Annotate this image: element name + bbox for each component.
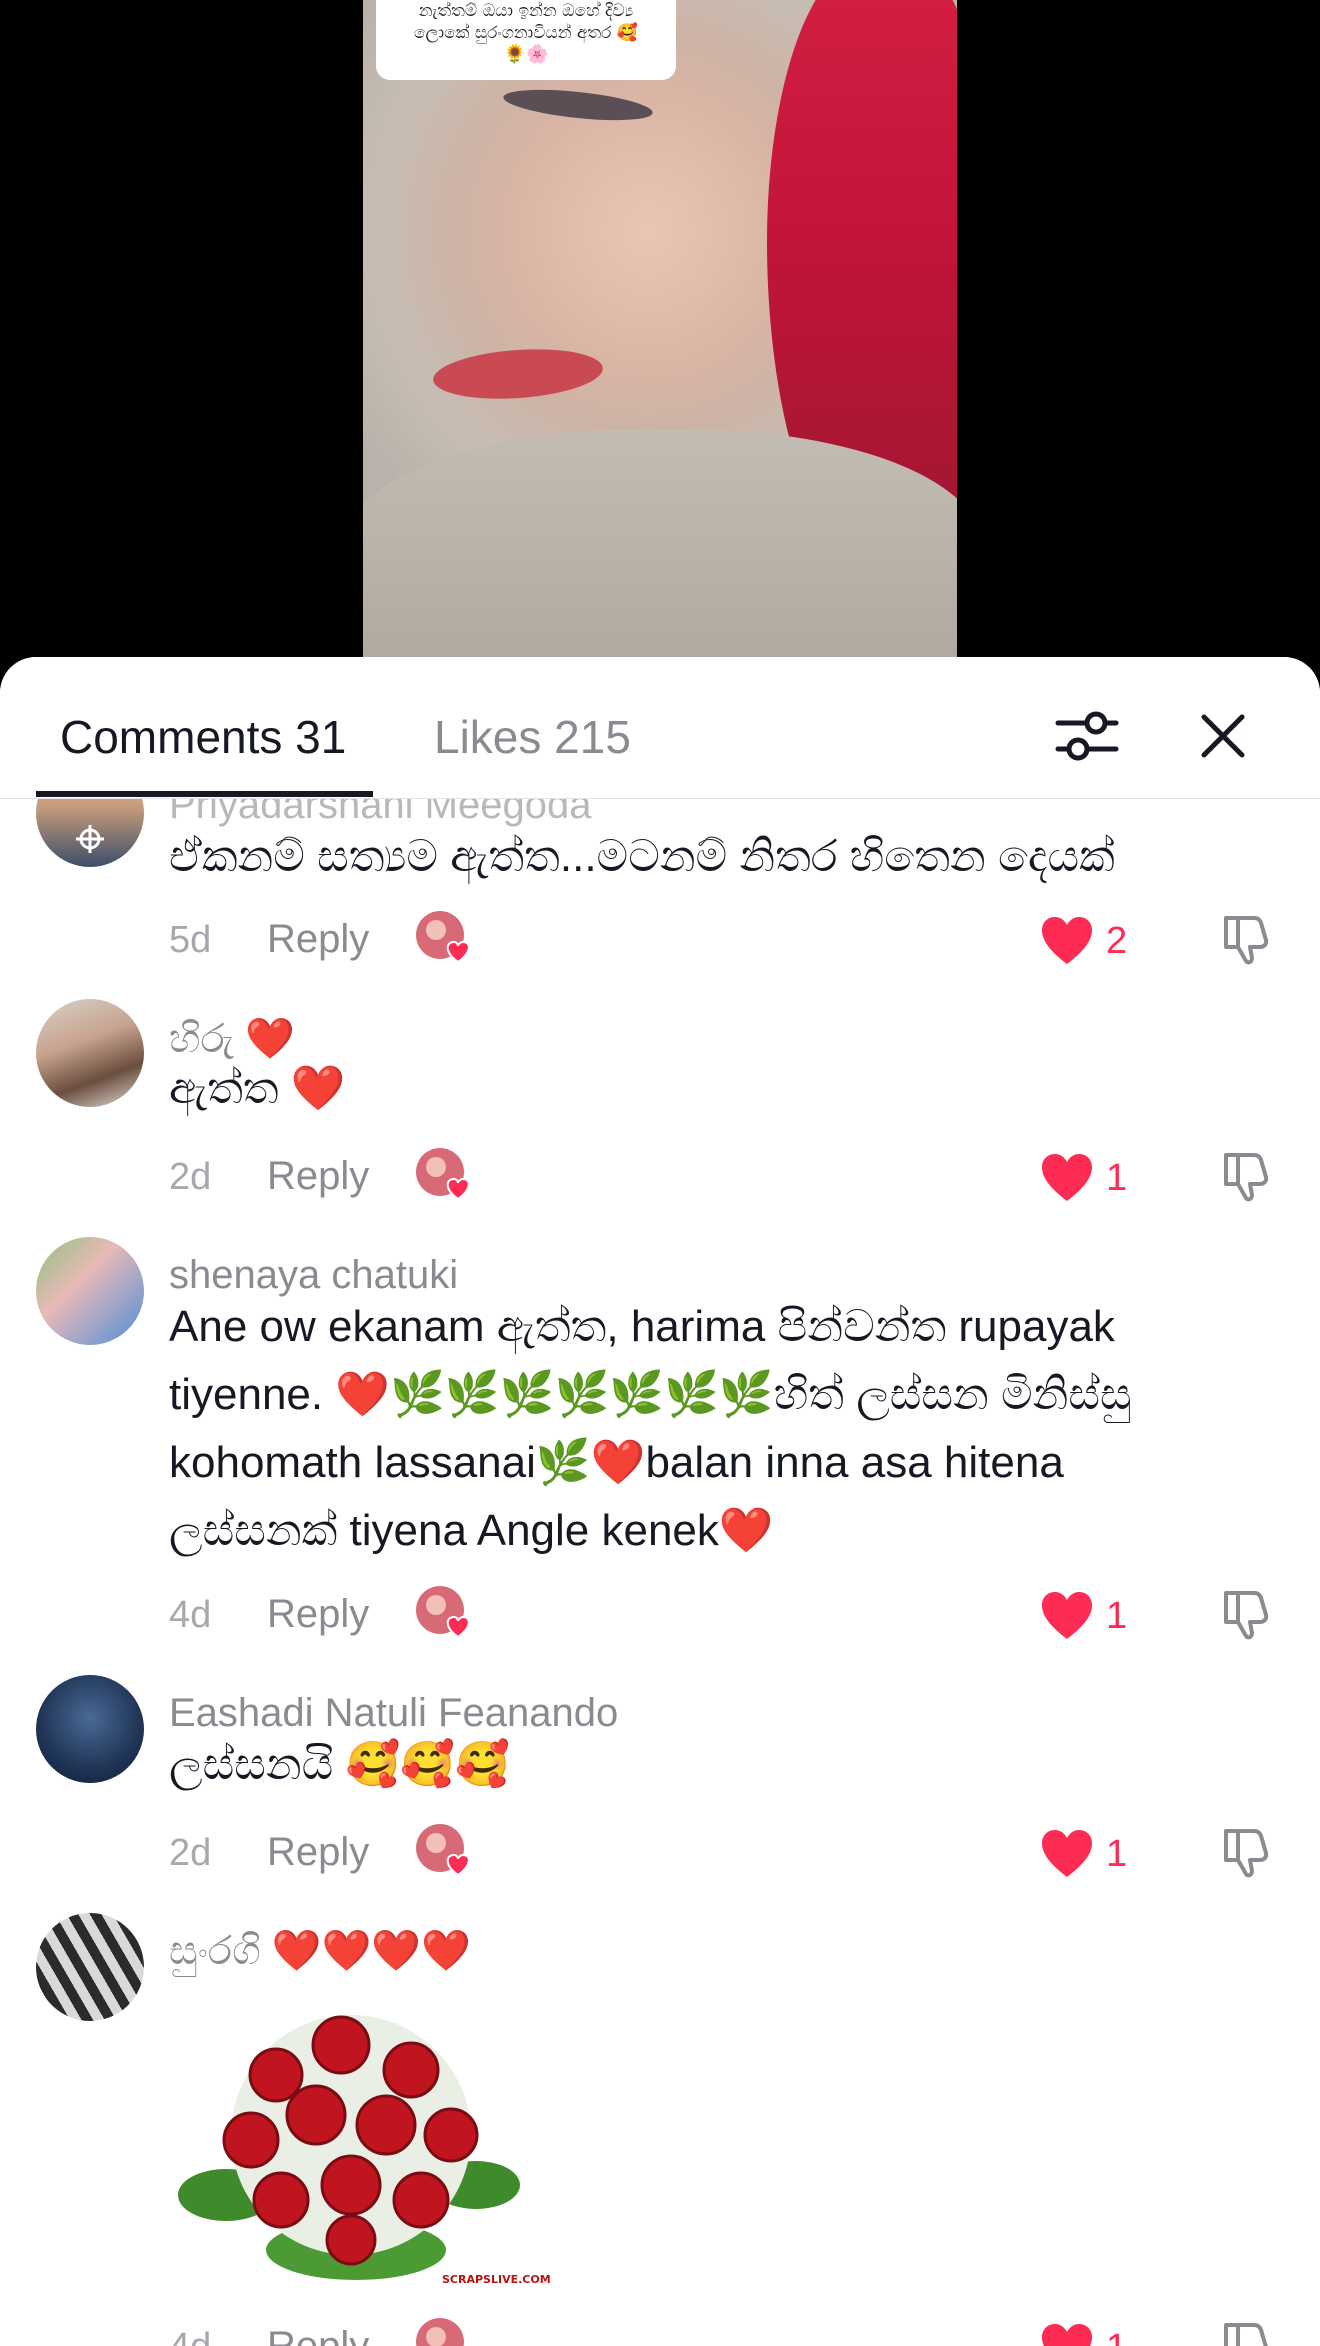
rose-bouquet-icon [178,2015,520,2280]
comment-emoji: ❤️ [290,1064,346,1113]
avatar[interactable] [36,799,144,867]
comment-time: 4d [169,2325,211,2346]
like-button[interactable]: 1 [1040,2323,1160,2346]
dislike-button[interactable] [1220,912,1274,966]
reply-button[interactable]: Reply [267,1829,369,1875]
like-button[interactable]: 1 [1040,1591,1160,1641]
video-caption-line: ලොකේ සුරංගනාවියන් අතර 🥰 [413,23,639,43]
like-count: 1 [1106,1833,1128,1875]
comment-username[interactable]: Eashadi Natuli Feanando [169,1689,618,1737]
comment-text-line: Ane ow ekanam ඇත්ත, harima පින්වන්ත rupa… [169,1302,1115,1351]
video-frame[interactable] [363,0,957,660]
like-count: 2 [1106,920,1128,962]
comment-text: ඇත්ත ❤️ [169,1055,346,1123]
tab-comments[interactable]: Comments 31 [60,709,346,765]
video-caption-line: නැත්තම් ඔයා ඉන්න ඔහේ දිව්‍ය [418,1,634,21]
comment-time: 4d [169,1594,212,1636]
heart-icon [1042,1830,1092,1877]
comment-actions: 2d Reply 1 [0,1147,1320,1207]
like-count: 1 [1106,1595,1128,1637]
comment-list[interactable]: Priyadarshani Meegoda ඒකනම් සත්‍යම ඇත්ත.… [0,799,1320,2346]
heart-icon [1042,917,1092,964]
comments-sheet: Comments 31 Likes 215 Priyadarshani Meeg… [0,657,1320,2346]
dislike-button[interactable] [1220,1825,1274,1879]
video-caption: නැත්තම් ඔයා ඉන්න ඔහේ දිව්‍ය ලොකේ සුරංගනා… [376,0,676,80]
filter-button[interactable] [1052,701,1122,771]
comment-actions: 2d Reply 1 [0,1823,1320,1883]
heart-badge-icon [446,1615,470,1639]
comment-text-body: ලස්සනයි [169,1740,334,1789]
comment-actions: 4d Reply 1 [0,2317,1320,2346]
avatar[interactable] [36,1913,144,2021]
video-shirt [363,430,957,660]
heart-icon [1042,1592,1092,1639]
like-count: 1 [1106,2325,1127,2346]
creator-liked-avatar [416,1585,472,1639]
comment-time: 5d [169,919,212,961]
heart-icon [1042,2324,1092,2346]
reply-button[interactable]: Reply [267,1591,369,1637]
tab-likes[interactable]: Likes 215 [434,709,631,765]
creator-liked-avatar [416,1147,472,1201]
creator-liked-avatar [416,1823,472,1877]
rose-bouquet-sticker[interactable]: SCRAPSLIVE.COM [166,1985,551,2295]
comment-time: 2d [169,1156,212,1198]
comment-text-body: ඇත්ත [169,1064,279,1113]
comment-text-line: kohomath lassanai🌿❤️balan inna asa hiten… [169,1438,1064,1487]
tab-active-indicator [36,791,373,797]
reply-button[interactable]: Reply [267,916,369,962]
video-player[interactable]: නැත්තම් ඔයා ඉන්න ඔහේ දිව්‍ය ලොකේ සුරංගනා… [0,0,1320,660]
avatar[interactable] [36,1237,144,1345]
comment-actions: 4d Reply 1 [0,1585,1320,1645]
thumbs-down-icon [1224,2323,1268,2346]
comment-emoji: 🥰🥰🥰 [345,1740,510,1789]
heart-badge-icon [446,1853,470,1877]
thumbs-down-icon [1224,1829,1269,1878]
heart-badge-icon [446,1177,470,1201]
avatar[interactable] [36,999,144,1107]
like-button[interactable]: 1 [1040,1153,1160,1203]
close-icon [1201,714,1245,758]
comment-text-line: ලස්සනක් tiyena Angle kenek❤️ [169,1506,774,1555]
username-emoji: ❤️❤️❤️❤️ [271,1929,472,1973]
like-count: 1 [1106,1157,1128,1199]
sliders-icon [1055,711,1119,761]
like-button[interactable]: 1 [1040,1829,1160,1879]
comment-text-line: tiyenne. ❤️🌿🌿🌿🌿🌿🌿🌿හිත් ලස්සන මිනිස්සු [169,1370,1132,1419]
ship-wheel-icon [76,825,104,853]
comment-username[interactable]: shenaya chatuki [169,1251,458,1299]
comment-username[interactable]: සුංරගි ❤️❤️❤️❤️ [169,1927,471,1975]
video-lips [431,344,605,404]
sticker-watermark: SCRAPSLIVE.COM [442,2273,551,2286]
dislike-button[interactable] [1220,2319,1274,2346]
comment-time: 2d [169,1832,212,1874]
close-button[interactable] [1188,701,1258,771]
reply-button[interactable]: Reply [267,1153,369,1199]
comment-username-text: සුංරගි [169,1929,261,1973]
heart-badge-icon [446,940,470,964]
comment-text: ඒකනම් සත්‍යම ඇත්ත...මටනම් නිතර හිතෙන දෙය… [169,832,1115,881]
dislike-button[interactable] [1220,1587,1274,1641]
sheet-header: Comments 31 Likes 215 [0,657,1320,799]
thumbs-down-icon [1224,1591,1269,1640]
comment-text: Ane ow ekanam ඇත්ත, harima පින්වන්ත rupa… [169,1293,1209,1565]
reply-button[interactable]: Reply [267,2323,369,2346]
video-caption-emoji: 🌻🌸 [503,44,549,65]
video-eye [502,84,654,126]
like-button[interactable]: 2 [1040,916,1160,966]
heart-icon [1042,1154,1092,1201]
thumbs-down-icon [1224,1153,1269,1202]
creator-liked-avatar [416,910,472,964]
dislike-button[interactable] [1220,1149,1274,1203]
avatar[interactable] [36,1675,144,1783]
creator-liked-avatar [416,2317,472,2346]
comment-actions: 5d Reply 2 [0,910,1320,970]
thumbs-down-icon [1224,916,1269,965]
comment-text: ලස්සනයි 🥰🥰🥰 [169,1731,510,1799]
